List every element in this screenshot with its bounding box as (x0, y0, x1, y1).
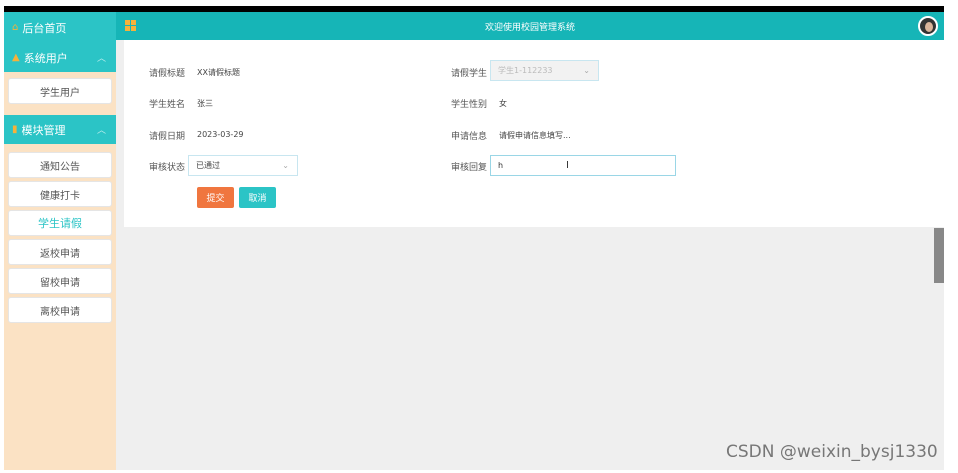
status-select[interactable]: 已通过 ⌄ (188, 155, 298, 176)
sidebar-group-label: 系统用户 (23, 51, 68, 65)
chevron-up-icon: ︿ (96, 126, 106, 136)
chevron-up-icon: ︿ (96, 54, 106, 64)
title-label: 请假标题 (149, 69, 186, 79)
info-value: 请假申请信息填写... (499, 131, 571, 140)
module-icon: ▮ (12, 124, 18, 135)
status-select-value: 已通过 (196, 161, 220, 170)
sidebar-item-health-checkin[interactable]: 健康打卡 (8, 181, 112, 207)
sidebar: ⌂ 后台首页 ▲ 系统用户 ︿ 学生用户 ▮ 模块管理 ︿ 通知公告 健康打卡 … (4, 12, 116, 470)
sidebar-item-return-school[interactable]: 返校申请 (8, 239, 112, 265)
top-header: 欢迎使用校园管理系统 (116, 12, 944, 40)
scrollbar[interactable] (934, 228, 944, 283)
date-value: 2023-03-29 (197, 130, 244, 139)
submit-button[interactable]: 提交 (197, 187, 234, 208)
watermark: CSDN @weixin_bysj1330 (726, 442, 938, 462)
gender-label: 学生性别 (451, 100, 488, 110)
text-cursor-icon: I (566, 160, 569, 171)
name-label: 学生姓名 (149, 100, 186, 110)
sidebar-item-leave-school[interactable]: 离校申请 (8, 297, 112, 323)
sidebar-group-module-management[interactable]: ▮ 模块管理 ︿ (4, 115, 116, 144)
leave-form: 请假标题 XX请假标题 请假学生 学生1-112233 ⌄ 学生姓名 张三 学生… (124, 40, 944, 227)
header-title: 欢迎使用校园管理系统 (484, 23, 575, 33)
sidebar-home[interactable]: ⌂ 后台首页 (4, 12, 116, 43)
home-icon: ⌂ (12, 22, 19, 33)
reply-input-value: h (498, 161, 504, 170)
app-window: ⌂ 后台首页 ▲ 系统用户 ︿ 学生用户 ▮ 模块管理 ︿ 通知公告 健康打卡 … (4, 6, 944, 470)
sidebar-item-notice[interactable]: 通知公告 (8, 152, 112, 178)
student-label: 请假学生 (451, 69, 488, 79)
reply-label: 审核回复 (451, 163, 488, 173)
user-icon: ▲ (12, 52, 20, 63)
avatar[interactable] (918, 16, 938, 36)
sidebar-home-label: 后台首页 (22, 21, 67, 35)
main-content: 请假标题 XX请假标题 请假学生 学生1-112233 ⌄ 学生姓名 张三 学生… (116, 40, 944, 470)
title-value: XX请假标题 (197, 68, 240, 77)
date-label: 请假日期 (149, 132, 186, 142)
student-select-value: 学生1-112233 (498, 66, 553, 75)
sidebar-item-student-leave[interactable]: 学生请假 (8, 210, 112, 236)
sidebar-group-label: 模块管理 (21, 123, 66, 137)
status-label: 审核状态 (149, 163, 186, 173)
sidebar-item-student-users[interactable]: 学生用户 (8, 78, 112, 104)
info-label: 申请信息 (451, 132, 488, 142)
sidebar-group-system-users[interactable]: ▲ 系统用户 ︿ (4, 43, 116, 72)
chevron-down-icon: ⌄ (583, 66, 590, 75)
student-select[interactable]: 学生1-112233 ⌄ (490, 60, 599, 81)
reply-input[interactable]: h I (490, 155, 676, 176)
name-value: 张三 (197, 99, 213, 108)
gender-value: 女 (499, 99, 507, 108)
chevron-down-icon: ⌄ (282, 161, 289, 170)
sidebar-item-stay-school[interactable]: 留校申请 (8, 268, 112, 294)
cancel-button[interactable]: 取消 (239, 187, 276, 208)
